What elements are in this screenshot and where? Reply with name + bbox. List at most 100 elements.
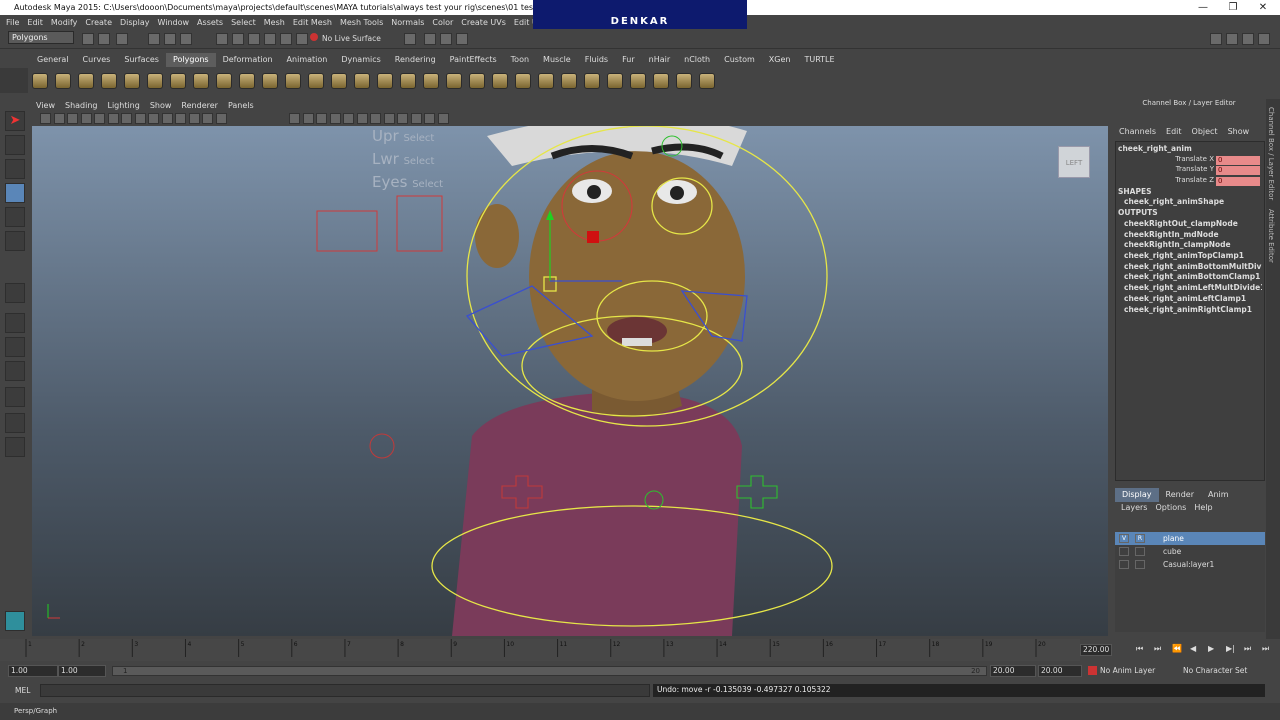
character-set-selector[interactable]: No Character Set (1183, 666, 1247, 675)
move-tool-icon[interactable] (5, 183, 25, 203)
shelf-polygon-tool-icon[interactable] (238, 72, 255, 89)
shelf-polygon-tool-icon[interactable] (652, 72, 669, 89)
viewport-menu-renderer[interactable]: Renderer (181, 101, 218, 110)
shelf-polygon-tool-icon[interactable] (560, 72, 577, 89)
status-tool-icon[interactable] (180, 33, 192, 45)
shelf-tab-ncloth[interactable]: nCloth (677, 53, 717, 67)
status-tool-icon[interactable] (216, 33, 228, 45)
shelf-tab-curves[interactable]: Curves (76, 53, 118, 67)
viewport-tool-icon[interactable] (383, 113, 395, 124)
status-tool-icon[interactable] (296, 33, 308, 45)
playback-button-icon[interactable]: ▶ (1208, 644, 1214, 653)
shape-node[interactable]: cheek_right_animShape (1118, 197, 1262, 208)
shelf-polygon-tool-icon[interactable] (123, 72, 140, 89)
channel-attribute-row[interactable]: Translate X0 (1118, 155, 1262, 166)
channel-menu-channels[interactable]: Channels (1119, 127, 1156, 139)
viewport-tool-icon[interactable] (370, 113, 381, 124)
layer-tab-display[interactable]: Display (1115, 488, 1159, 502)
mudbox-icon[interactable] (5, 611, 25, 631)
tongue-selector-gui[interactable] (396, 195, 443, 252)
view-cube[interactable]: LEFT (1058, 146, 1090, 178)
tab-attribute-editor[interactable]: Attribute Editor (1267, 209, 1275, 263)
hud-eyes-select[interactable]: Select (412, 179, 443, 190)
layer-menu-help[interactable]: Help (1194, 503, 1212, 515)
status-tool-icon[interactable] (98, 33, 110, 45)
shelf-polygon-tool-icon[interactable] (445, 72, 462, 89)
shelf-tab-general[interactable]: General (30, 53, 76, 67)
viewport-tool-icon[interactable] (424, 113, 435, 124)
playback-button-icon[interactable]: ⏮ (1136, 644, 1143, 654)
shelf-tab-animation[interactable]: Animation (280, 53, 335, 67)
shelf-polygon-tool-icon[interactable] (330, 72, 347, 89)
panel-toggle-icon[interactable] (1210, 33, 1222, 45)
live-surface-icon[interactable] (310, 33, 318, 41)
viewport-tool-icon[interactable] (175, 113, 186, 124)
channel-menu-edit[interactable]: Edit (1166, 127, 1182, 139)
channel-menu-show[interactable]: Show (1228, 127, 1250, 139)
channel-attribute-row[interactable]: Translate Z0 (1118, 176, 1262, 187)
layer-playback-toggle[interactable] (1135, 547, 1145, 556)
shelf-polygon-tool-icon[interactable] (606, 72, 623, 89)
layer-row[interactable]: cube (1115, 545, 1265, 558)
shelf-polygon-tool-icon[interactable] (307, 72, 324, 89)
playback-button-icon[interactable]: ▶| (1226, 644, 1235, 653)
viewport-menu-panels[interactable]: Panels (228, 101, 254, 110)
viewport-tool-icon[interactable] (121, 113, 132, 124)
shelf-polygon-tool-icon[interactable] (376, 72, 393, 89)
shelf-polygon-tool-icon[interactable] (698, 72, 715, 89)
shelf-polygon-tool-icon[interactable] (468, 72, 485, 89)
layer-menu-layers[interactable]: Layers (1121, 503, 1147, 515)
shelf-options-gutter[interactable] (0, 68, 28, 93)
menu-color[interactable]: Color (432, 18, 453, 27)
select-tool-icon[interactable]: ➤ (5, 111, 25, 131)
viewport-menu-lighting[interactable]: Lighting (107, 101, 139, 110)
viewport-tool-icon[interactable] (356, 113, 368, 124)
menu-mesh-tools[interactable]: Mesh Tools (340, 18, 383, 27)
status-tool-icon[interactable] (280, 33, 292, 45)
layer-row[interactable]: V Rplane (1115, 532, 1265, 545)
menu-file[interactable]: File (6, 18, 19, 27)
menu-edit[interactable]: Edit (27, 18, 43, 27)
attribute-value-field[interactable]: 0 (1216, 166, 1260, 176)
shelf-polygon-tool-icon[interactable] (629, 72, 646, 89)
output-node[interactable]: cheek_right_animLeftClamp1 (1118, 294, 1262, 305)
close-button[interactable]: ✕ (1248, 0, 1278, 15)
start-time-field[interactable]: 1.00 (8, 665, 58, 677)
shelf-polygon-tool-icon[interactable] (146, 72, 163, 89)
menu-select[interactable]: Select (231, 18, 256, 27)
shelf-tab-deformation[interactable]: Deformation (216, 53, 280, 67)
viewport-tool-icon[interactable] (40, 113, 51, 124)
shelf-polygon-tool-icon[interactable] (215, 72, 232, 89)
viewport-tool-icon[interactable] (316, 113, 327, 124)
layer-tab-anim[interactable]: Anim (1201, 488, 1236, 502)
status-tool-icon[interactable] (440, 33, 452, 45)
viewport-menu-show[interactable]: Show (150, 101, 172, 110)
output-node[interactable]: cheek_right_animRightClamp1 (1118, 305, 1262, 316)
shelf-polygon-tool-icon[interactable] (422, 72, 439, 89)
menu-display[interactable]: Display (120, 18, 150, 27)
layer-menu-options[interactable]: Options (1155, 503, 1186, 515)
output-node[interactable]: cheek_right_animLeftMultDivide1 (1118, 283, 1262, 294)
viewport-tool-icon[interactable] (134, 113, 146, 124)
hud-upr-select[interactable]: Select (403, 133, 434, 144)
mel-label[interactable]: MEL (15, 686, 30, 695)
output-node[interactable]: cheekRightOut_clampNode (1118, 219, 1262, 230)
viewport-tool-icon[interactable] (94, 113, 105, 124)
panel-toggle-icon[interactable] (1226, 33, 1238, 45)
layer-playback-toggle[interactable]: R (1135, 534, 1145, 543)
shelf-tab-fur[interactable]: Fur (615, 53, 642, 67)
playback-button-icon[interactable]: ⏭ (1262, 644, 1269, 654)
shelf-tab-turtle[interactable]: TURTLE (797, 53, 841, 67)
hud-lwr-select[interactable]: Select (404, 156, 435, 167)
time-slider[interactable]: 1 2 3 4 5 6 7 8 9 10 11 12 13 14 15 16 17 18 19 20 (0, 639, 1080, 661)
shelf-tab-xgen[interactable]: XGen (762, 53, 798, 67)
viewport-tool-icon[interactable] (302, 113, 314, 124)
shelf-polygon-tool-icon[interactable] (491, 72, 508, 89)
layer-visibility-toggle[interactable] (1119, 560, 1129, 569)
viewport-tool-icon[interactable] (343, 113, 354, 124)
shelf-tab-fluids[interactable]: Fluids (578, 53, 615, 67)
perspective-viewport[interactable]: Upr Select Lwr Select Eyes Select LEFT (32, 126, 1108, 636)
playback-button-icon[interactable]: ◀ (1190, 644, 1196, 653)
viewport-tool-icon[interactable] (410, 113, 422, 124)
output-node[interactable]: cheekRightIn_clampNode (1118, 240, 1262, 251)
